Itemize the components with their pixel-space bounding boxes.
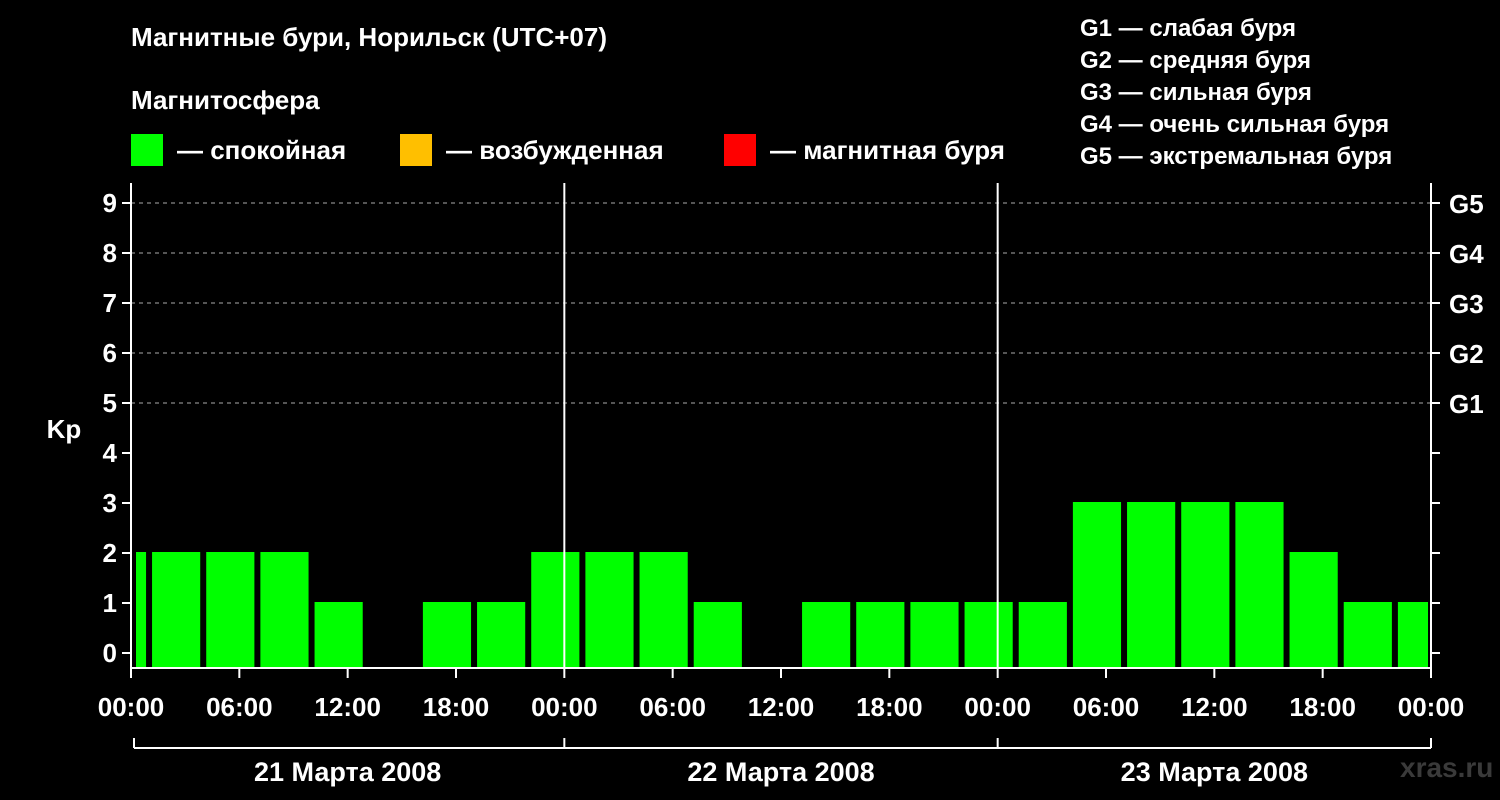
y-tick-label-6: 6 [103, 338, 117, 368]
kp-bar-24 [1397, 602, 1428, 668]
y-axis-label: Kp [47, 414, 82, 444]
right-tick-label-g5: G5 [1449, 189, 1484, 219]
y-tick-label-8: 8 [103, 238, 117, 268]
x-tick-label-6: 12:00 [748, 692, 815, 722]
right-tick-label-g3: G3 [1449, 289, 1484, 319]
kp-bar-7 [477, 602, 526, 668]
kp-bar-17 [1018, 602, 1067, 668]
kp-bar-22 [1289, 552, 1338, 668]
x-tick-label-1: 06:00 [206, 692, 273, 722]
kp-bar-0 [136, 552, 147, 668]
kp-bar-4 [314, 602, 363, 668]
y-tick-label-1: 1 [103, 588, 117, 618]
x-tick-label-0: 00:00 [98, 692, 165, 722]
y-tick-label-3: 3 [103, 488, 117, 518]
x-tick-label-7: 18:00 [856, 692, 923, 722]
y-tick-label-5: 5 [103, 388, 117, 418]
kp-bar-11 [693, 602, 742, 668]
kp-bar-3 [260, 552, 309, 668]
kp-bar-16 [964, 602, 1013, 668]
right-tick-label-g4: G4 [1449, 239, 1484, 269]
kp-bar-21 [1235, 502, 1284, 668]
kp-bar-10 [639, 552, 688, 668]
y-tick-label-0: 0 [103, 638, 117, 668]
kp-bar-8 [531, 552, 580, 668]
x-tick-label-12: 00:00 [1398, 692, 1465, 722]
kp-bar-6 [422, 602, 472, 668]
kp-bar-13 [802, 602, 851, 668]
y-tick-label-4: 4 [103, 438, 118, 468]
day-label-1: 22 Марта 2008 [687, 757, 874, 787]
right-tick-label-g2: G2 [1449, 339, 1484, 369]
kp-bar-15 [910, 602, 959, 668]
y-tick-label-9: 9 [103, 188, 117, 218]
y-tick-label-7: 7 [103, 288, 117, 318]
watermark: xras.ru [1400, 752, 1494, 783]
x-tick-label-5: 06:00 [639, 692, 706, 722]
kp-bar-19 [1127, 502, 1176, 668]
kp-bar-9 [585, 552, 634, 668]
x-tick-label-8: 00:00 [964, 692, 1031, 722]
x-tick-label-9: 06:00 [1073, 692, 1140, 722]
kp-bar-14 [856, 602, 905, 668]
x-tick-label-4: 00:00 [531, 692, 598, 722]
kp-bar-23 [1343, 602, 1392, 668]
x-tick-label-10: 12:00 [1181, 692, 1248, 722]
x-tick-label-2: 12:00 [314, 692, 381, 722]
right-tick-label-g1: G1 [1449, 389, 1484, 419]
kp-chart: 0 1 2 3 4 5 6 7 8 9 G1 G2 G3 G4 G5 Kp 00:00 06:00 12:00 18:… [47, 183, 1484, 787]
kp-bar-1 [152, 552, 201, 668]
kp-bar-2 [206, 552, 255, 668]
kp-bar-20 [1181, 502, 1230, 668]
day-label-0: 21 Марта 2008 [254, 757, 441, 787]
x-tick-label-11: 18:00 [1289, 692, 1356, 722]
x-tick-label-3: 18:00 [423, 692, 490, 722]
day-label-2: 23 Марта 2008 [1121, 757, 1308, 787]
kp-bar-18 [1072, 502, 1122, 668]
y-tick-label-2: 2 [103, 538, 117, 568]
